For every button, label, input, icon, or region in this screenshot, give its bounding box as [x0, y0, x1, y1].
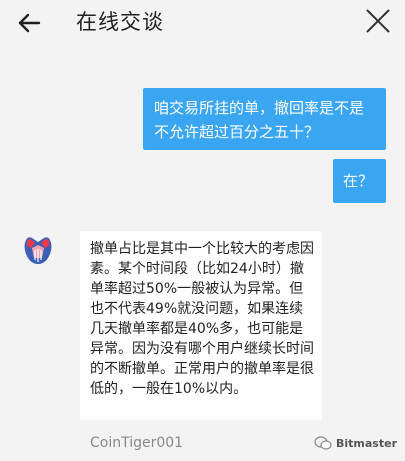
chat-area[interactable]: 咱交易所挂的单，撤回率是不是不允许超过百分之五十？ 在？ 撤单占比是其中一个比较… [0, 50, 405, 461]
message-outgoing: 在？ [333, 159, 386, 203]
back-button[interactable] [14, 8, 46, 40]
wechat-icon [314, 436, 332, 450]
back-arrow-icon [18, 13, 41, 33]
watermark: Bitmaster [314, 436, 397, 450]
close-icon [366, 9, 390, 33]
tiger-logo-icon [24, 237, 52, 264]
message-incoming: 撤单占比是其中一个比较大的考虑因素。某个时间段（比如24小时）撤单率超过50%一… [80, 231, 322, 420]
close-button[interactable] [363, 6, 393, 36]
chat-header: 在线交谈 [0, 0, 405, 50]
page-title: 在线交谈 [76, 10, 164, 34]
message-outgoing: 咱交易所挂的单，撤回率是不是不允许超过百分之五十？ [143, 88, 386, 150]
avatar[interactable] [22, 234, 54, 266]
sender-name: CoinTiger001 [90, 435, 184, 451]
watermark-text: Bitmaster [336, 436, 397, 450]
